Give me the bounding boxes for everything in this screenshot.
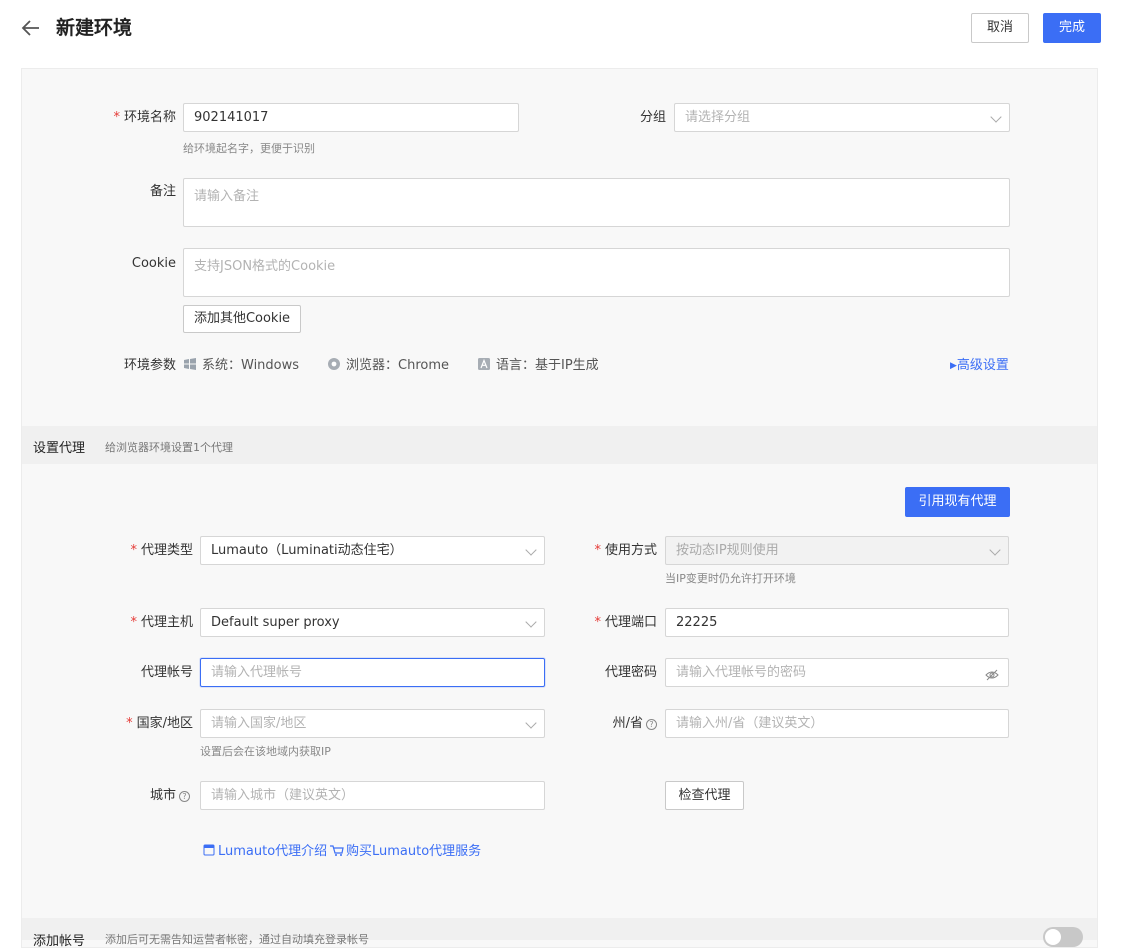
required-mark: * — [594, 543, 601, 558]
caret-right-icon: ▶ — [950, 361, 957, 371]
param-browser: 浏览器：Chrome — [328, 356, 449, 376]
proxy-port-label-text: 代理端口 — [604, 615, 657, 630]
proxy-section-hint: 给浏览器环境设置1个代理 — [105, 441, 233, 454]
proxy-port-input[interactable]: 22225 — [665, 608, 1009, 637]
done-button[interactable]: 完成 — [1043, 13, 1101, 43]
proxy-intro-link[interactable]: Lumauto代理介绍 — [203, 840, 327, 860]
chrome-icon — [328, 357, 340, 370]
usage-mode-label: * 使用方式 — [570, 537, 657, 565]
page-header: 新建环境 取消 完成 — [0, 0, 1147, 60]
language-icon — [478, 357, 490, 370]
eye-hidden-icon[interactable] — [985, 665, 999, 686]
env-name-label: * 环境名称 — [90, 104, 176, 132]
group-select[interactable]: 请选择分组 — [674, 103, 1010, 132]
proxy-intro-text: Lumauto代理介绍 — [218, 844, 328, 859]
env-name-label-text: 环境名称 — [123, 110, 176, 125]
proxy-host-label-text: 代理主机 — [140, 615, 193, 630]
account-section-header: 添加帐号 添加后可无需告知运营者帐密，通过自动填充登录帐号 — [22, 918, 1097, 949]
state-input[interactable]: 请输入州/省（建议英文） — [665, 709, 1009, 738]
env-params-label: 环境参数 — [123, 358, 176, 373]
proxy-section-title: 设置代理 — [33, 441, 86, 456]
required-mark: * — [130, 615, 137, 630]
usage-mode-hint: 当IP变更时仍允许打开环境 — [665, 572, 796, 585]
proxy-password-input[interactable]: 请输入代理帐号的密码 — [665, 658, 1009, 687]
param-os: 系统：Windows — [184, 356, 299, 376]
proxy-account-input[interactable]: 请输入代理帐号 — [200, 658, 545, 687]
country-placeholder: 请输入国家/地区 — [211, 716, 307, 731]
usage-mode-value: 按动态IP规则使用 — [676, 543, 779, 558]
add-cookie-button[interactable]: 添加其他Cookie — [183, 305, 301, 333]
env-name-hint: 给环境起名字，更便于识别 — [183, 142, 315, 155]
country-label: * 国家/地区 — [100, 710, 193, 738]
chevron-down-icon — [990, 111, 1002, 123]
page-title: 新建环境 — [56, 17, 133, 39]
city-label: 城市? — [100, 782, 190, 810]
use-existing-proxy-button[interactable]: 引用现有代理 — [905, 487, 1010, 517]
chevron-down-icon — [525, 717, 537, 729]
country-hint: 设置后会在该地域内获取IP — [200, 745, 331, 758]
buy-proxy-text: 购买Lumauto代理服务 — [346, 844, 482, 859]
advanced-settings-text: 高级设置 — [956, 358, 1009, 373]
group-select-placeholder: 请选择分组 — [685, 110, 751, 125]
back-arrow-icon[interactable] — [20, 14, 44, 42]
cancel-button[interactable]: 取消 — [971, 13, 1029, 43]
windows-icon — [184, 357, 196, 370]
param-os-text: 系统：Windows — [202, 358, 300, 373]
check-proxy-button[interactable]: 检查代理 — [665, 781, 744, 810]
advanced-settings-link[interactable]: ▶高级设置 — [950, 356, 1009, 376]
chevron-down-icon — [989, 544, 1001, 556]
note-label: 备注 — [149, 184, 176, 199]
cookie-textarea[interactable]: 支持JSON格式的Cookie — [183, 248, 1010, 297]
proxy-section-header: 设置代理 给浏览器环境设置1个代理 — [22, 426, 1097, 464]
group-label: 分组 — [639, 110, 666, 125]
chevron-down-icon — [525, 544, 537, 556]
help-icon[interactable]: ? — [179, 791, 190, 802]
country-label-text: 国家/地区 — [136, 716, 193, 731]
usage-mode-select: 按动态IP规则使用 — [665, 536, 1009, 565]
buy-proxy-link[interactable]: 购买Lumauto代理服务 — [330, 840, 481, 860]
proxy-password-label: 代理密码 — [604, 665, 657, 680]
cookie-label: Cookie — [131, 256, 176, 271]
account-toggle[interactable] — [1043, 927, 1083, 947]
proxy-port-label: * 代理端口 — [570, 609, 657, 637]
param-language-text: 语言：基于IP生成 — [496, 358, 599, 373]
document-icon — [203, 844, 215, 860]
proxy-host-label: * 代理主机 — [100, 609, 193, 637]
note-textarea[interactable]: 请输入备注 — [183, 178, 1010, 227]
proxy-host-value: Default super proxy — [211, 615, 340, 630]
proxy-type-label: * 代理类型 — [100, 537, 193, 565]
usage-mode-label-text: 使用方式 — [604, 543, 657, 558]
cart-icon — [330, 844, 344, 860]
param-browser-text: 浏览器：Chrome — [346, 358, 449, 373]
required-mark: * — [594, 615, 601, 630]
required-mark: * — [126, 716, 133, 731]
env-name-input[interactable]: 902141017 — [183, 103, 519, 132]
city-input[interactable]: 请输入城市（建议英文） — [200, 781, 545, 810]
help-icon[interactable]: ? — [646, 719, 657, 730]
required-mark: * — [113, 110, 120, 125]
required-mark: * — [130, 543, 137, 558]
proxy-type-value: Lumauto（Luminati动态住宅） — [211, 543, 403, 558]
proxy-type-label-text: 代理类型 — [140, 543, 193, 558]
account-section-hint: 添加后可无需告知运营者帐密，通过自动填充登录帐号 — [105, 933, 369, 946]
proxy-password-placeholder: 请输入代理帐号的密码 — [676, 665, 807, 680]
proxy-type-select[interactable]: Lumauto（Luminati动态住宅） — [200, 536, 545, 565]
proxy-account-label: 代理帐号 — [140, 665, 193, 680]
country-select[interactable]: 请输入国家/地区 — [200, 709, 545, 738]
state-label-text: 州/省 — [612, 716, 643, 731]
chevron-down-icon — [525, 616, 537, 628]
state-label: 州/省? — [570, 710, 657, 738]
proxy-host-select[interactable]: Default super proxy — [200, 608, 545, 637]
param-language: 语言：基于IP生成 — [478, 356, 599, 376]
city-label-text: 城市 — [149, 788, 176, 803]
